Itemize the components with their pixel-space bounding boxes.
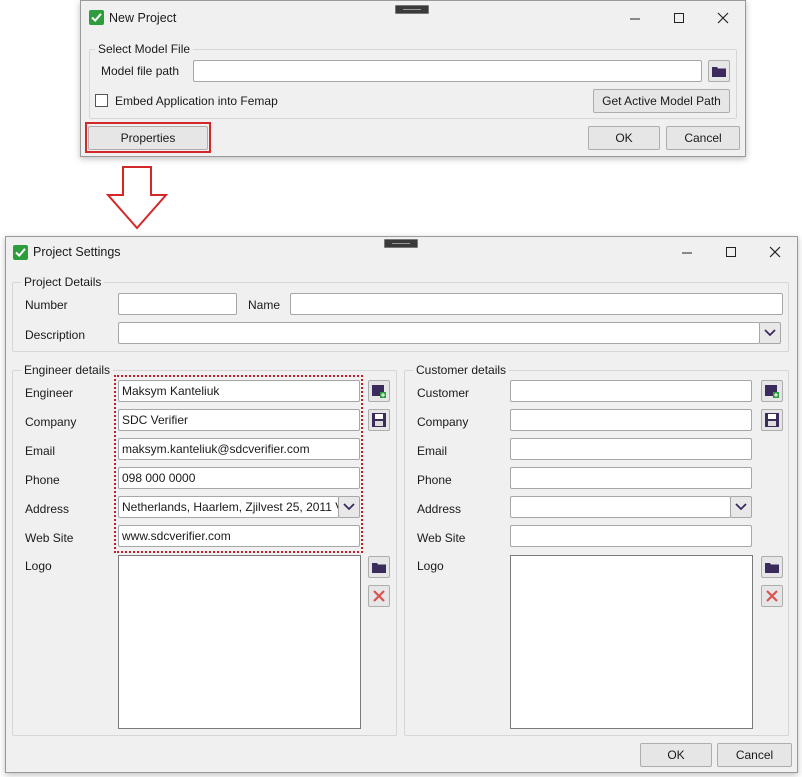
project-settings-window: Project Settings Project Details Number … bbox=[5, 236, 798, 773]
get-active-model-path-button[interactable]: Get Active Model Path bbox=[593, 89, 730, 113]
minimize-button[interactable] bbox=[675, 242, 699, 262]
customer-website-input[interactable] bbox=[510, 525, 752, 547]
email-label: Email bbox=[25, 444, 56, 458]
embed-checkbox[interactable] bbox=[95, 94, 108, 107]
chevron-down-icon bbox=[735, 503, 747, 511]
customer-company-input[interactable] bbox=[510, 409, 752, 431]
window-title: Project Settings bbox=[33, 245, 121, 259]
add-engineer-button[interactable] bbox=[368, 380, 390, 402]
delete-customer-logo-button[interactable] bbox=[761, 585, 783, 607]
add-user-icon bbox=[372, 385, 386, 398]
chevron-down-icon bbox=[764, 329, 776, 337]
customer-phone-input[interactable] bbox=[510, 467, 752, 489]
customer-company-label: Company bbox=[417, 415, 469, 429]
name-input[interactable] bbox=[290, 293, 783, 315]
website-label: Web Site bbox=[25, 531, 74, 545]
customer-address-select[interactable] bbox=[510, 496, 731, 518]
logo-label: Logo bbox=[25, 559, 52, 573]
company-label: Company bbox=[25, 415, 77, 429]
browse-folder-button[interactable] bbox=[708, 60, 730, 82]
project-settings-titlebar[interactable]: Project Settings bbox=[6, 237, 797, 267]
description-select[interactable] bbox=[118, 322, 760, 344]
ok-button[interactable]: OK bbox=[640, 743, 712, 767]
add-user-icon bbox=[765, 385, 779, 398]
close-button[interactable] bbox=[763, 242, 787, 262]
model-file-path-input[interactable] bbox=[193, 60, 702, 82]
new-project-titlebar[interactable]: New Project bbox=[81, 1, 745, 35]
description-label: Description bbox=[25, 328, 86, 342]
cancel-button[interactable]: Cancel bbox=[666, 126, 740, 150]
customer-logo-label: Logo bbox=[417, 559, 444, 573]
folder-icon bbox=[372, 563, 386, 573]
name-label: Name bbox=[248, 298, 281, 312]
checkmark-icon bbox=[89, 10, 104, 25]
folder-icon bbox=[712, 67, 726, 77]
engineer-label: Engineer bbox=[25, 386, 74, 400]
model-file-path-label: Model file path bbox=[101, 64, 180, 78]
customer-input[interactable] bbox=[510, 380, 752, 402]
new-project-window: New Project Select Model File Model file… bbox=[80, 0, 746, 157]
group-label: Select Model File bbox=[95, 42, 194, 56]
delete-logo-button[interactable] bbox=[368, 585, 390, 607]
group-label: Engineer details bbox=[21, 363, 114, 377]
number-label: Number bbox=[25, 298, 68, 312]
customer-email-input[interactable] bbox=[510, 438, 752, 460]
window-title: New Project bbox=[109, 11, 177, 25]
customer-website-label: Web Site bbox=[417, 531, 466, 545]
customer-label: Customer bbox=[417, 386, 470, 400]
minimize-button[interactable] bbox=[623, 8, 647, 28]
browse-logo-button[interactable] bbox=[368, 556, 390, 578]
phone-label: Phone bbox=[25, 473, 60, 487]
arrow-down-icon bbox=[106, 166, 168, 230]
group-label: Project Details bbox=[21, 275, 105, 289]
address-label: Address bbox=[25, 502, 70, 516]
close-button[interactable] bbox=[711, 8, 735, 28]
delete-icon bbox=[373, 590, 385, 602]
cancel-button[interactable]: Cancel bbox=[717, 743, 792, 767]
save-customer-company-button[interactable] bbox=[761, 409, 783, 431]
save-icon bbox=[372, 413, 386, 427]
engineer-logo-box[interactable] bbox=[118, 555, 361, 729]
folder-icon bbox=[765, 563, 779, 573]
properties-highlight bbox=[85, 122, 211, 153]
description-dropdown-button[interactable] bbox=[759, 322, 781, 344]
delete-icon bbox=[766, 590, 778, 602]
number-input[interactable] bbox=[118, 293, 237, 315]
customer-address-label: Address bbox=[417, 502, 462, 516]
save-icon bbox=[765, 413, 779, 427]
group-label: Customer details bbox=[413, 363, 510, 377]
checkmark-icon bbox=[13, 245, 28, 260]
customer-logo-box[interactable] bbox=[510, 555, 753, 729]
browse-customer-logo-button[interactable] bbox=[761, 556, 783, 578]
engineer-fields-highlight bbox=[114, 375, 363, 553]
maximize-button[interactable] bbox=[719, 242, 743, 262]
customer-address-dropdown-button[interactable] bbox=[730, 496, 752, 518]
embed-label: Embed Application into Femap bbox=[115, 94, 278, 108]
drag-grip-icon[interactable] bbox=[384, 239, 418, 248]
customer-email-label: Email bbox=[417, 444, 448, 458]
save-company-button[interactable] bbox=[368, 409, 390, 431]
add-customer-button[interactable] bbox=[761, 380, 783, 402]
ok-button[interactable]: OK bbox=[588, 126, 660, 150]
customer-phone-label: Phone bbox=[417, 473, 452, 487]
maximize-button[interactable] bbox=[667, 8, 691, 28]
drag-grip-icon[interactable] bbox=[395, 5, 429, 14]
